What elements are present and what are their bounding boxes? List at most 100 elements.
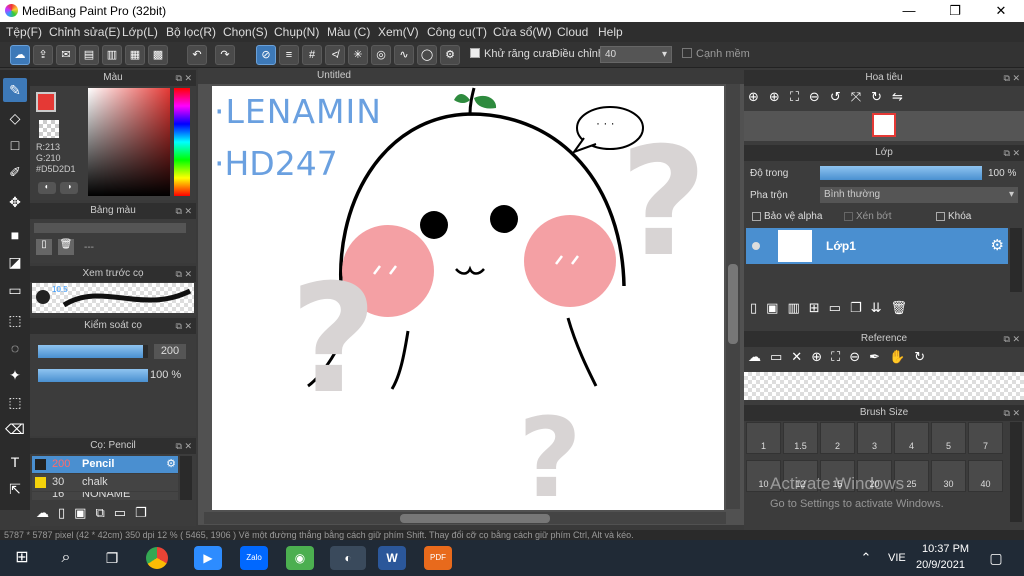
brush-size-slot[interactable]: 40 [968, 460, 1003, 492]
chevron-up-icon[interactable]: ⌃ [852, 546, 880, 570]
layer-scrollbar[interactable] [1010, 228, 1022, 292]
brush-size-slot[interactable]: 5 [931, 422, 966, 454]
menu-edit[interactable]: Chỉnh sửa(E) [49, 25, 120, 39]
panel-menu-icon[interactable]: ⧉ ✕ [176, 438, 192, 454]
blend-select[interactable]: Bình thường ▾ [820, 187, 1018, 203]
new-palette-icon[interactable]: ▯ [36, 239, 52, 255]
panel-menu-icon[interactable]: ⧉ ✕ [1004, 405, 1020, 421]
reference-preview[interactable] [744, 372, 1024, 400]
layer-item[interactable]: Lớp1 ⚙ [746, 228, 1008, 264]
zoom-out-icon[interactable]: ⊖ [849, 349, 869, 364]
navigator-preview[interactable] [744, 111, 1024, 141]
adjust-select[interactable]: 40 ▾ [600, 46, 672, 63]
menu-help[interactable]: Help [598, 25, 623, 39]
eye-icon[interactable] [752, 242, 760, 250]
brush-type-icon[interactable]: ▣ [74, 505, 95, 520]
bucket-tool-icon[interactable]: ◪ [3, 250, 27, 274]
dot-tool-icon[interactable]: ✐ [3, 160, 27, 184]
full-icon[interactable]: ⤧ [851, 89, 871, 104]
gear-icon[interactable]: ⚙ [991, 236, 1004, 254]
panel-menu-icon[interactable]: ⧉ ✕ [176, 203, 192, 219]
panel-menu-icon[interactable]: ⧉ ✕ [1004, 145, 1020, 161]
menu-layer[interactable]: Lớp(L) [122, 25, 158, 39]
layer-opacity-slider[interactable] [820, 166, 982, 180]
menu-tools[interactable]: Công cụ(T) [427, 25, 487, 39]
maximize-button[interactable]: ❐ [932, 0, 978, 22]
primary-color-swatch[interactable] [36, 92, 56, 112]
add-layer-menu-icon[interactable]: ⊞ [809, 300, 829, 315]
windows-start-icon[interactable]: ⊞ [8, 546, 36, 570]
fit-icon[interactable]: ⛶ [790, 89, 809, 104]
hue-slider[interactable] [174, 88, 190, 196]
folder-icon[interactable]: ▭ [829, 300, 850, 315]
panel-menu-icon[interactable]: ⧉ ✕ [176, 318, 192, 334]
brush-opacity-slider[interactable] [38, 369, 148, 382]
select-eraser-icon[interactable]: ⌫ [3, 417, 27, 441]
rotate-icon[interactable]: ↻ [914, 349, 934, 364]
h-scroll-thumb[interactable] [400, 514, 550, 523]
menu-filter[interactable]: Bộ lọc(R) [166, 25, 216, 39]
snap-radial-icon[interactable]: ✳ [348, 45, 368, 65]
language-indicator[interactable]: VIE [888, 552, 906, 564]
zoom-in-icon[interactable]: ⊕ [811, 349, 831, 364]
color-sv-picker[interactable] [88, 88, 170, 196]
drawing-canvas[interactable]: ·LENAMIN ·HD247 ? ? ? · · · [212, 86, 724, 510]
notification-icon[interactable]: ▢ [982, 546, 1010, 570]
chat-icon[interactable]: ✉ [56, 45, 76, 65]
eyedropper-icon[interactable]: ✒ [869, 349, 889, 364]
brush-size-value[interactable]: 200 [154, 344, 186, 359]
lasso-tool-icon[interactable]: ◌ [3, 336, 27, 360]
medibang-taskbar-icon[interactable]: ◐ [330, 546, 366, 570]
duplicate-icon[interactable]: ❐ [135, 505, 156, 520]
menu-color[interactable]: Màu (C) [327, 25, 370, 39]
trash-icon[interactable]: 🗑 [891, 300, 917, 315]
fit-icon[interactable]: ⛶ [831, 349, 849, 364]
redo-icon[interactable]: ↷ [215, 45, 235, 65]
select-pen-icon[interactable]: ⬚ [3, 390, 27, 414]
document-tab[interactable]: Untitled [198, 68, 470, 84]
lock-checkbox[interactable] [936, 212, 945, 221]
snap-ellipse-icon[interactable]: ◯ [417, 45, 437, 65]
color-mix-icon[interactable]: ◑ [60, 182, 78, 194]
panel-menu-icon[interactable]: ⧉ ✕ [176, 266, 192, 282]
snap-settings-icon[interactable]: ⚙ [440, 45, 460, 65]
close-icon[interactable]: ✕ [791, 349, 811, 364]
brush-size-slot[interactable]: 3 [857, 422, 892, 454]
new-layer-1bit-icon[interactable]: ▥ [787, 300, 808, 315]
brush-item-noname[interactable]: 16 NONAME [32, 492, 178, 500]
pdf-icon[interactable]: PDF [424, 546, 452, 570]
brush-size-slot[interactable]: 1 [746, 422, 781, 454]
trash-icon[interactable]: 🗑 [58, 239, 74, 255]
snap-off-icon[interactable]: ⊘ [256, 45, 276, 65]
antialias-checkbox[interactable] [470, 48, 480, 58]
zoom-icon[interactable]: ▶ [194, 546, 222, 570]
clock-date[interactable]: 20/9/2021 [916, 559, 965, 571]
color-wheel-icon[interactable]: ◐ [38, 182, 56, 194]
brush-list-scrollbar[interactable] [180, 456, 192, 500]
brush-size-scrollbar[interactable] [1010, 422, 1022, 522]
move-tool-icon[interactable]: ✥ [3, 190, 27, 214]
undo-icon[interactable]: ↶ [187, 45, 207, 65]
menu-capture[interactable]: Chụp(N) [274, 25, 319, 39]
cloud-open-icon[interactable]: ☁ [748, 349, 770, 364]
menu-view[interactable]: Xem(V) [378, 25, 419, 39]
snap-parallel-icon[interactable]: ≡ [279, 45, 299, 65]
duplicate-layer-icon[interactable]: ❐ [850, 300, 871, 315]
protect-alpha-checkbox[interactable] [752, 212, 761, 221]
brush-size-slot[interactable]: 30 [931, 460, 966, 492]
brush-size-slider[interactable] [38, 345, 148, 358]
snap-cross-icon[interactable]: # [302, 45, 322, 65]
brush-size-slot[interactable]: 4 [894, 422, 929, 454]
brush-item-pencil[interactable]: 200 Pencil ⚙ [32, 456, 178, 473]
cloud-brush-icon[interactable]: ☁ [36, 505, 58, 520]
brush-size-slot[interactable]: 1.5 [783, 422, 818, 454]
fill-rect-tool-icon[interactable]: ■ [3, 223, 27, 247]
magic-wand-icon[interactable]: ✦ [3, 363, 27, 387]
brush-size-slot[interactable]: 2 [820, 422, 855, 454]
open-folder-icon[interactable]: ▭ [770, 349, 791, 364]
text-tool-icon[interactable]: T [3, 450, 27, 474]
cloud-icon[interactable]: ☁ [10, 45, 30, 65]
merge-layer-icon[interactable]: ⇊ [871, 300, 891, 315]
operation-tool-icon[interactable]: ⇱ [3, 477, 27, 501]
hand-icon[interactable]: ✋ [889, 349, 914, 364]
